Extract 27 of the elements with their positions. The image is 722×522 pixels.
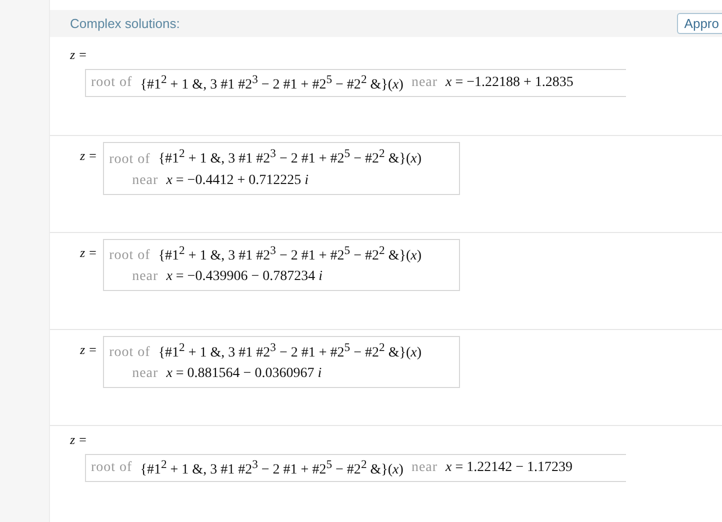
root-of-label: root of [109,345,150,362]
root-expression: {#1$^{2}$ + 1 &, 3 #1 #2$^{3}$ − 2 #1 + #2$^{5}$ − #2$^{2}$ &}(x) [140,72,404,94]
root-of-label: root of [91,460,132,476]
near-label: near [132,269,158,286]
approximate-button[interactable]: Appro [677,13,722,34]
approx-value: x = −1.22188 + 1.2835 [446,75,574,92]
near-label: near [132,172,158,189]
approx-value: x = 0.881564 − 0.0360967 i [166,366,322,382]
near-label: near [132,366,158,382]
approx-value: x = −0.439906 − 0.787234 i [166,269,322,286]
near-label: near [411,460,438,476]
root-of-label: root of [109,248,150,264]
equation-lhs: z = [80,147,98,164]
root-expression: {#1$^{2}$ + 1 &, 3 #1 #2$^{3}$ − 2 #1 + #2$^{5}$ − #2$^{2}$ &}(x) [158,147,422,168]
root-expression: {#1$^{2}$ + 1 &, 3 #1 #2$^{3}$ − 2 #1 + #2$^{5}$ − #2$^{2}$ &}(x) [140,458,404,479]
root-of-label: root of [109,152,150,168]
equation-lhs: z = [70,432,88,448]
equation-lhs: z = [70,47,88,64]
root-expression: {#1$^{2}$ + 1 &, 3 #1 #2$^{3}$ − 2 #1 + #2$^{5}$ − #2$^{2}$ &}(x) [158,244,422,264]
root-expression: {#1$^{2}$ + 1 &, 3 #1 #2$^{3}$ − 2 #1 + #2$^{5}$ − #2$^{2}$ &}(x) [158,340,422,362]
near-label: near [411,75,438,92]
section-title: Complex solutions: [70,16,180,32]
equation-lhs: z = [80,244,98,261]
root-of-label: root of [91,75,132,92]
equation-lhs: z = [80,340,98,358]
approx-value: x = 1.22142 − 1.17239 [446,460,573,476]
approx-value: x = −0.4412 + 0.712225 i [166,172,308,189]
